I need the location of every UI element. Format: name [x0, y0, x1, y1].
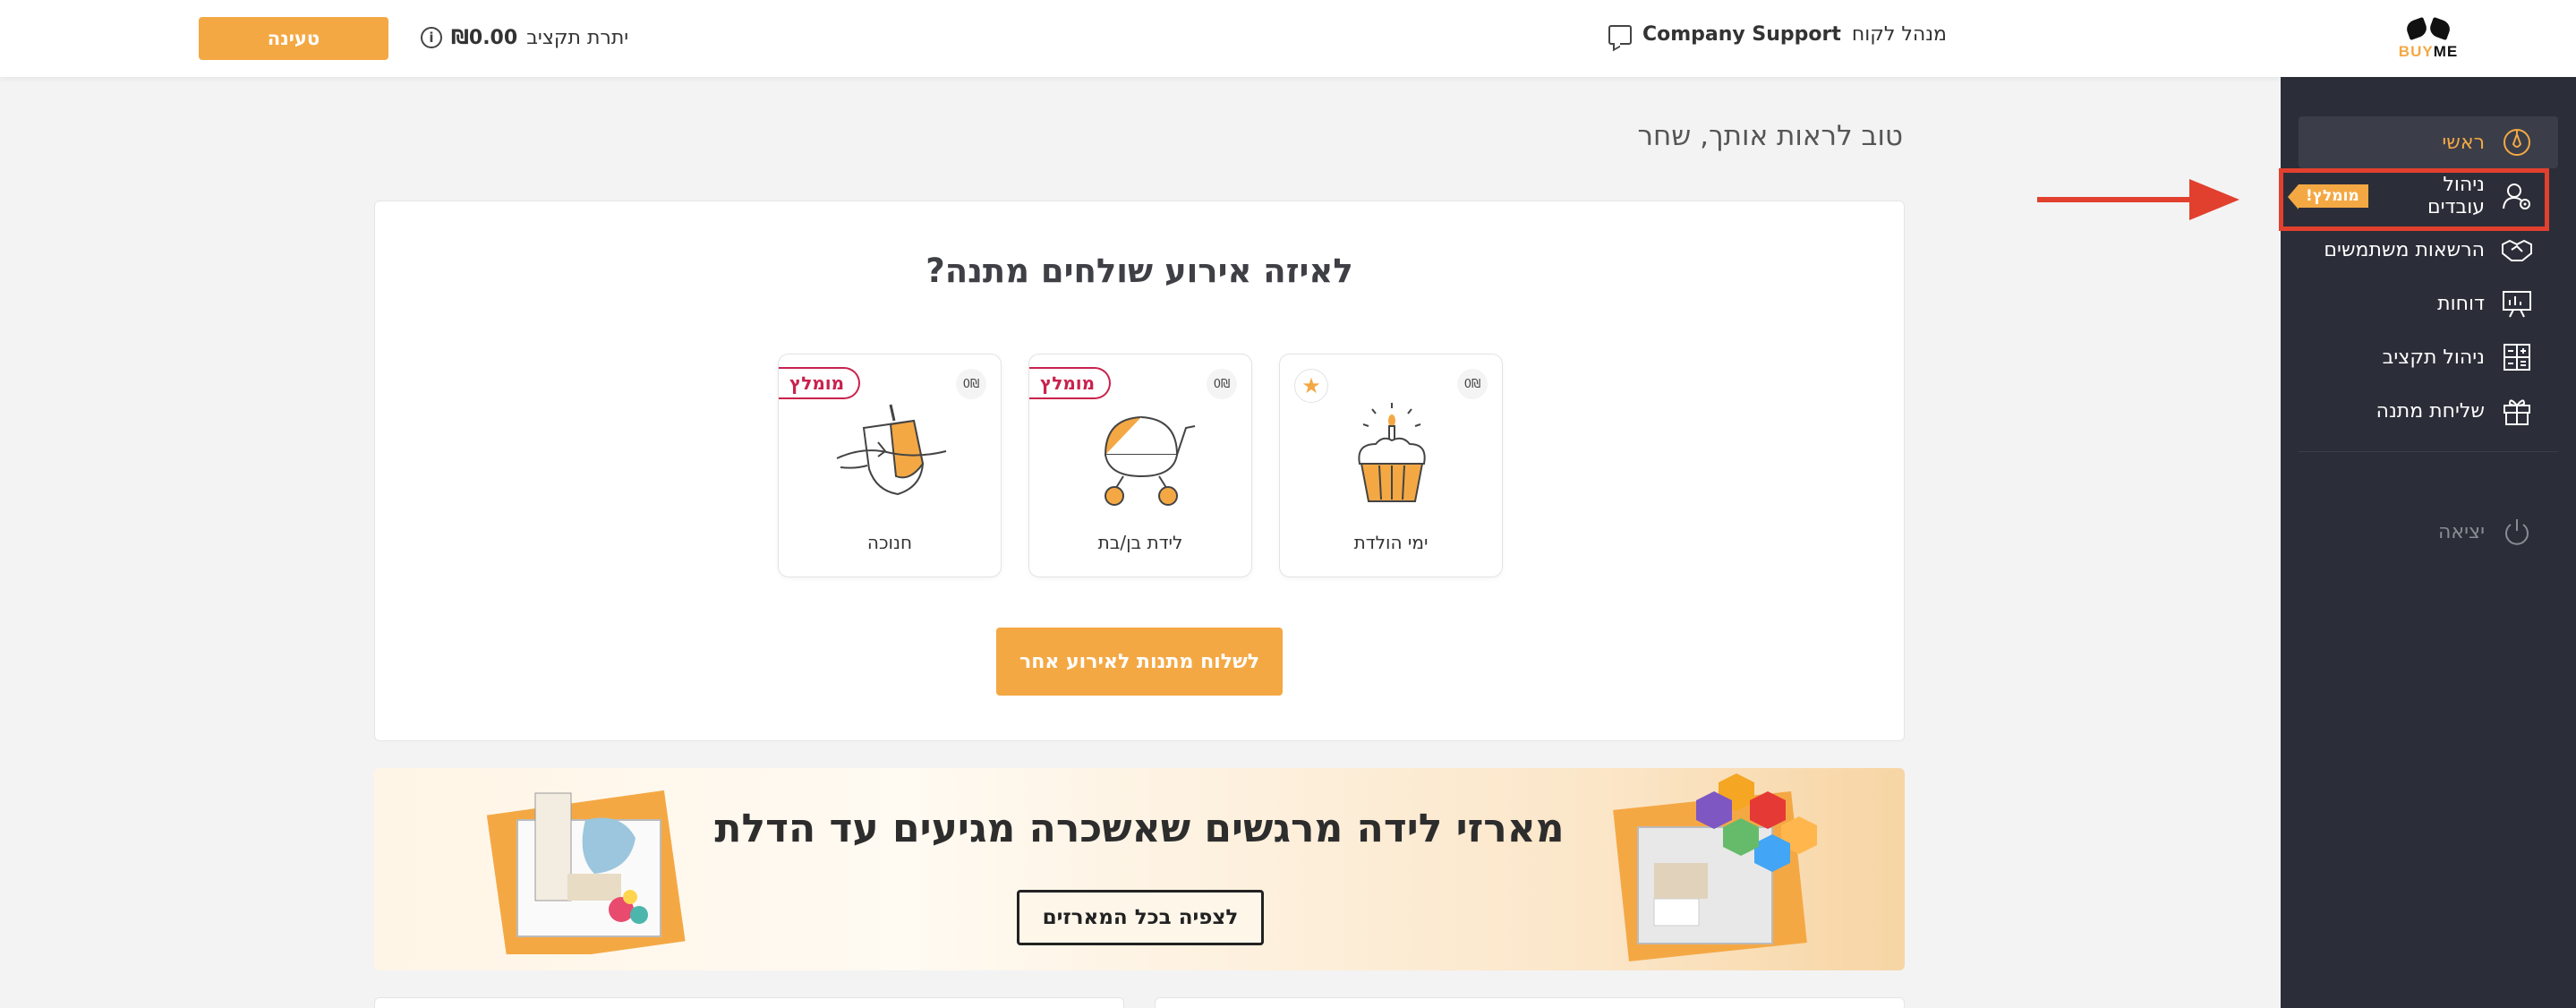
- sidebar-divider: [2299, 451, 2558, 452]
- event-label: לידת בן/בת: [1097, 532, 1183, 553]
- calculator-icon: [2501, 341, 2533, 373]
- budget-amount: ₪0.00: [451, 26, 518, 49]
- greeting: טוב לראות אותך, שחר: [1637, 120, 1903, 152]
- client-role: מנהל לקוח: [1851, 23, 1947, 46]
- budget-display: יתרת תקציב ₪0.00 i: [421, 24, 628, 51]
- sidebar-item-label: ניהול תקציב: [2382, 346, 2485, 369]
- sidebar-item-label: שליחת מתנה: [2376, 399, 2485, 423]
- event-label: חנוכה: [866, 532, 913, 553]
- power-icon: [2501, 516, 2533, 548]
- stroller-icon: [1104, 415, 1196, 506]
- top-bar: טעינה יתרת תקציב ₪0.00 i מנהל לקוח Compa…: [0, 0, 2281, 77]
- client-manager: מנהל לקוח Company Support: [1608, 23, 1947, 46]
- price-badge: 0₪: [956, 369, 986, 399]
- client-name: Company Support: [1642, 23, 1841, 46]
- event-card-birth[interactable]: 0₪ מומלץ לידת בן/בת: [1028, 354, 1252, 577]
- other-event-button[interactable]: לשלוח מתנות לאירוע אחר: [996, 628, 1283, 696]
- event-label: ימי הולדת: [1353, 532, 1429, 553]
- sidebar-item-exit[interactable]: יציאה: [2299, 506, 2558, 558]
- highlight-annotation: [2279, 168, 2549, 231]
- promo-banner[interactable]: מארזי לידה מרגשים שאשכרה מגיעים עד הדלת …: [374, 768, 1905, 970]
- topup-button[interactable]: טעינה: [199, 17, 388, 60]
- baby-toys-box-image: [1613, 773, 1817, 961]
- sidebar-item-home[interactable]: ראשי: [2299, 116, 2558, 168]
- event-card-hanukkah[interactable]: 0₪ מומלץ חנוכה: [778, 354, 1002, 577]
- sidebar-item-permissions[interactable]: הרשאות משתמשים: [2299, 224, 2558, 276]
- star-icon: ★: [1294, 369, 1328, 403]
- card-title: לאיזה אירוע שולחים מתנה?: [925, 252, 1353, 290]
- chat-icon[interactable]: [1608, 24, 1632, 45]
- buyme-logo[interactable]: BUYME: [2399, 16, 2458, 61]
- dreidel-icon: [836, 404, 947, 496]
- handshake-icon: [2501, 234, 2533, 266]
- compass-icon: [2501, 126, 2533, 158]
- bow-icon: [2405, 16, 2452, 43]
- sidebar-item-label: דוחות: [2437, 292, 2485, 315]
- presentation-chart-icon: [2501, 287, 2533, 320]
- bottom-card-left: [374, 997, 1124, 1008]
- event-selection-card: לאיזה אירוע שולחים מתנה? 0₪ ★ ימי הולדת …: [374, 201, 1905, 741]
- recommended-ribbon: מומלץ: [779, 367, 861, 399]
- recommended-ribbon: מומלץ: [1029, 367, 1112, 399]
- bottom-card-right: [1155, 997, 1905, 1008]
- logo-area[interactable]: BUYME: [2281, 0, 2576, 77]
- sidebar-item-send-gift[interactable]: שליחת מתנה: [2299, 385, 2558, 437]
- cupcake-icon: [1358, 403, 1426, 502]
- red-arrow-annotation: [2037, 179, 2239, 220]
- price-badge: 0₪: [1457, 369, 1488, 399]
- sidebar-item-reports[interactable]: דוחות: [2299, 278, 2558, 329]
- logo-wordmark: BUYME: [2398, 43, 2459, 60]
- sidebar-item-budget[interactable]: ניהול תקציב: [2299, 331, 2558, 383]
- sidebar-item-label: הרשאות משתמשים: [2324, 238, 2485, 261]
- price-badge: 0₪: [1207, 369, 1237, 399]
- gift-icon: [2501, 395, 2533, 427]
- view-all-packages-button[interactable]: לצפיה בכל המארזים: [1017, 890, 1264, 945]
- event-card-birthday[interactable]: 0₪ ★ ימי הולדת: [1279, 354, 1503, 577]
- sidebar: BUYME ראשי ניהול עובדים מומלץ! הרשאות מש…: [2281, 0, 2576, 1008]
- info-icon[interactable]: i: [421, 27, 442, 48]
- budget-label: יתרת תקציב: [526, 26, 629, 49]
- sidebar-item-label: יציאה: [2438, 520, 2485, 543]
- sidebar-item-label: ראשי: [2442, 131, 2485, 154]
